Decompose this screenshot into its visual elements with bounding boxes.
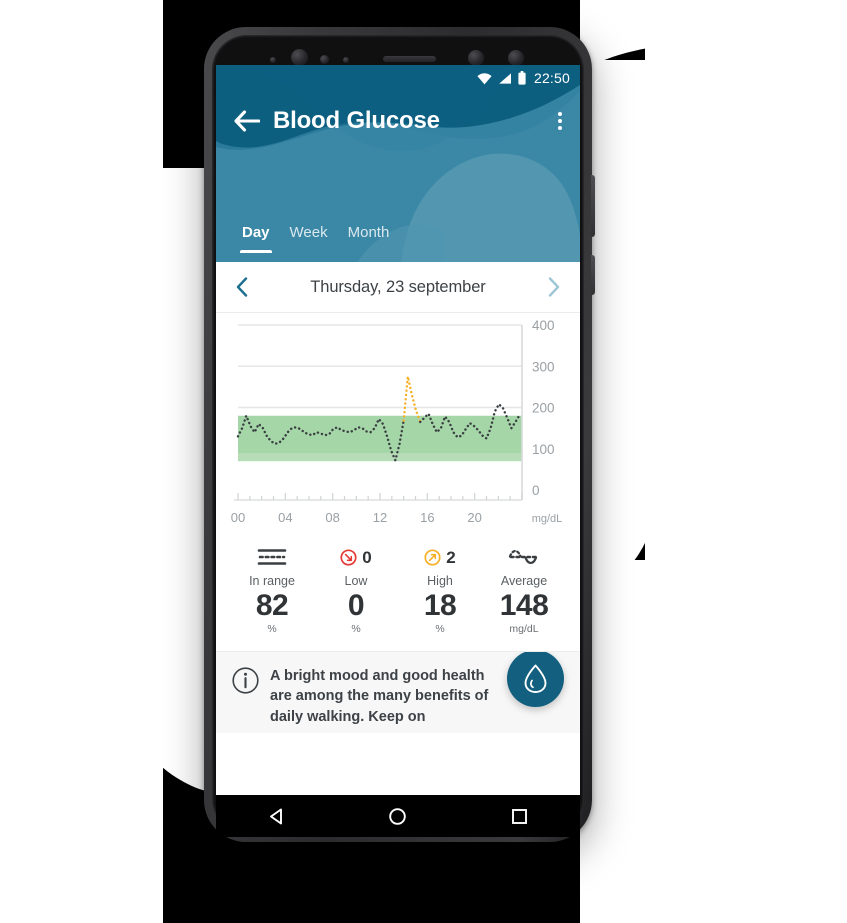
stat-low: 0 Low 0 % bbox=[314, 544, 398, 635]
stat-high: 2 High 18 % bbox=[398, 544, 482, 635]
stat-value: 0 bbox=[347, 589, 365, 622]
stat-in-range: In range 82 % bbox=[230, 544, 314, 635]
glucose-chart-svg: 0 100 200 300 400 00 04 08 12 16 20 mg/dL bbox=[231, 318, 563, 525]
stat-label: High bbox=[427, 574, 453, 588]
high-arrow-icon bbox=[424, 548, 441, 566]
date-navigator: Thursday, 23 september bbox=[216, 262, 580, 313]
sensor-dot-icon bbox=[320, 55, 329, 64]
stat-unit: % bbox=[351, 622, 361, 635]
power-button[interactable] bbox=[591, 175, 595, 237]
overflow-menu-icon[interactable] bbox=[554, 106, 566, 136]
battery-icon bbox=[518, 71, 526, 85]
sensor-dot-icon bbox=[270, 57, 276, 63]
chart-y-label: 200 bbox=[532, 401, 555, 416]
android-navigation-bar bbox=[216, 795, 580, 837]
tab-bar: Day Week Month bbox=[216, 220, 580, 262]
nav-back-button[interactable] bbox=[249, 801, 304, 832]
chart-x-label: 00 bbox=[231, 510, 245, 525]
add-measurement-fab[interactable] bbox=[507, 651, 564, 707]
back-arrow-icon[interactable] bbox=[234, 110, 260, 132]
sensor-dot-icon bbox=[343, 57, 349, 63]
chevron-left-icon bbox=[236, 277, 248, 297]
chart-y-label: 300 bbox=[532, 359, 555, 374]
stat-icon-row: 0 bbox=[314, 544, 398, 570]
chevron-right-icon bbox=[548, 277, 560, 297]
chart-unit-label: mg/dL bbox=[532, 513, 563, 525]
signal-icon bbox=[499, 72, 511, 84]
stat-unit: % bbox=[267, 622, 277, 635]
nav-home-circle-icon bbox=[389, 807, 407, 825]
stat-label: Average bbox=[500, 574, 548, 588]
chart-x-label: 16 bbox=[420, 510, 434, 525]
chart-x-ticks bbox=[237, 493, 523, 500]
nav-back-triangle-icon bbox=[270, 808, 283, 824]
volume-button[interactable] bbox=[591, 255, 595, 295]
chart-axis bbox=[234, 325, 523, 501]
chart-x-label: 04 bbox=[278, 510, 292, 525]
tip-card: A bright mood and good health are among … bbox=[216, 650, 580, 733]
front-camera-icon bbox=[468, 50, 484, 66]
page-title: Blood Glucose bbox=[273, 107, 440, 134]
wifi-icon bbox=[477, 72, 492, 84]
stat-average: Average 148 mg/dL bbox=[482, 544, 566, 635]
stat-count: 2 bbox=[446, 547, 456, 567]
info-icon bbox=[232, 666, 259, 694]
stat-value: 18 bbox=[423, 589, 457, 622]
current-date-label: Thursday, 23 september bbox=[310, 277, 486, 296]
nav-home-button[interactable] bbox=[370, 801, 425, 832]
stat-icon-row bbox=[482, 544, 566, 570]
nav-recents-square-icon bbox=[511, 808, 527, 824]
water-drop-icon bbox=[524, 664, 547, 693]
tab-month[interactable]: Month bbox=[338, 220, 400, 253]
nav-recents-button[interactable] bbox=[492, 801, 547, 832]
phone-screen: 22:50 Blood Glucose Day Week Month Thurs… bbox=[216, 65, 580, 795]
earpiece-speaker bbox=[383, 56, 436, 62]
stat-value: 148 bbox=[499, 589, 549, 622]
status-bar: 22:50 bbox=[216, 65, 580, 91]
prev-day-button[interactable] bbox=[230, 271, 254, 303]
glucose-chart[interactable]: 0 100 200 300 400 00 04 08 12 16 20 mg/dL bbox=[216, 313, 580, 532]
low-arrow-icon bbox=[340, 548, 357, 566]
front-camera-icon bbox=[291, 49, 308, 66]
stat-unit: % bbox=[435, 622, 445, 635]
tip-text: A bright mood and good health are among … bbox=[270, 667, 489, 725]
stat-count: 0 bbox=[362, 547, 372, 567]
chart-y-label: 100 bbox=[532, 442, 555, 457]
app-header: 22:50 Blood Glucose Day Week Month bbox=[216, 65, 580, 262]
stat-icon-row bbox=[230, 544, 314, 570]
chart-y-label: 400 bbox=[532, 318, 555, 333]
chart-y-label: 0 bbox=[532, 483, 540, 498]
tab-week[interactable]: Week bbox=[280, 220, 338, 253]
chart-target-range-band bbox=[238, 415, 522, 462]
stat-unit: mg/dL bbox=[509, 622, 539, 635]
chart-x-label: 12 bbox=[373, 510, 387, 525]
stat-label: Low bbox=[344, 574, 368, 588]
chart-x-tick-labels: 00 04 08 12 16 20 bbox=[231, 510, 482, 525]
stat-value: 82 bbox=[255, 589, 289, 622]
next-day-button[interactable] bbox=[542, 271, 566, 303]
stat-icon-row: 2 bbox=[398, 544, 482, 570]
stat-label: In range bbox=[249, 574, 295, 588]
status-bar-clock: 22:50 bbox=[533, 70, 570, 86]
stats-row: In range 82 % 0 Low 0 % 2 High 18 % Aver… bbox=[216, 532, 580, 651]
app-bar: Blood Glucose bbox=[216, 91, 580, 151]
chart-x-label: 08 bbox=[325, 510, 339, 525]
phone-device: 22:50 Blood Glucose Day Week Month Thurs… bbox=[204, 27, 595, 842]
chart-x-label: 20 bbox=[467, 510, 481, 525]
in-range-icon bbox=[257, 549, 287, 565]
sensor-dot-icon bbox=[508, 50, 524, 66]
chart-y-tick-labels: 0 100 200 300 400 bbox=[532, 318, 555, 498]
tab-day[interactable]: Day bbox=[232, 220, 280, 253]
average-wave-icon bbox=[508, 549, 539, 565]
